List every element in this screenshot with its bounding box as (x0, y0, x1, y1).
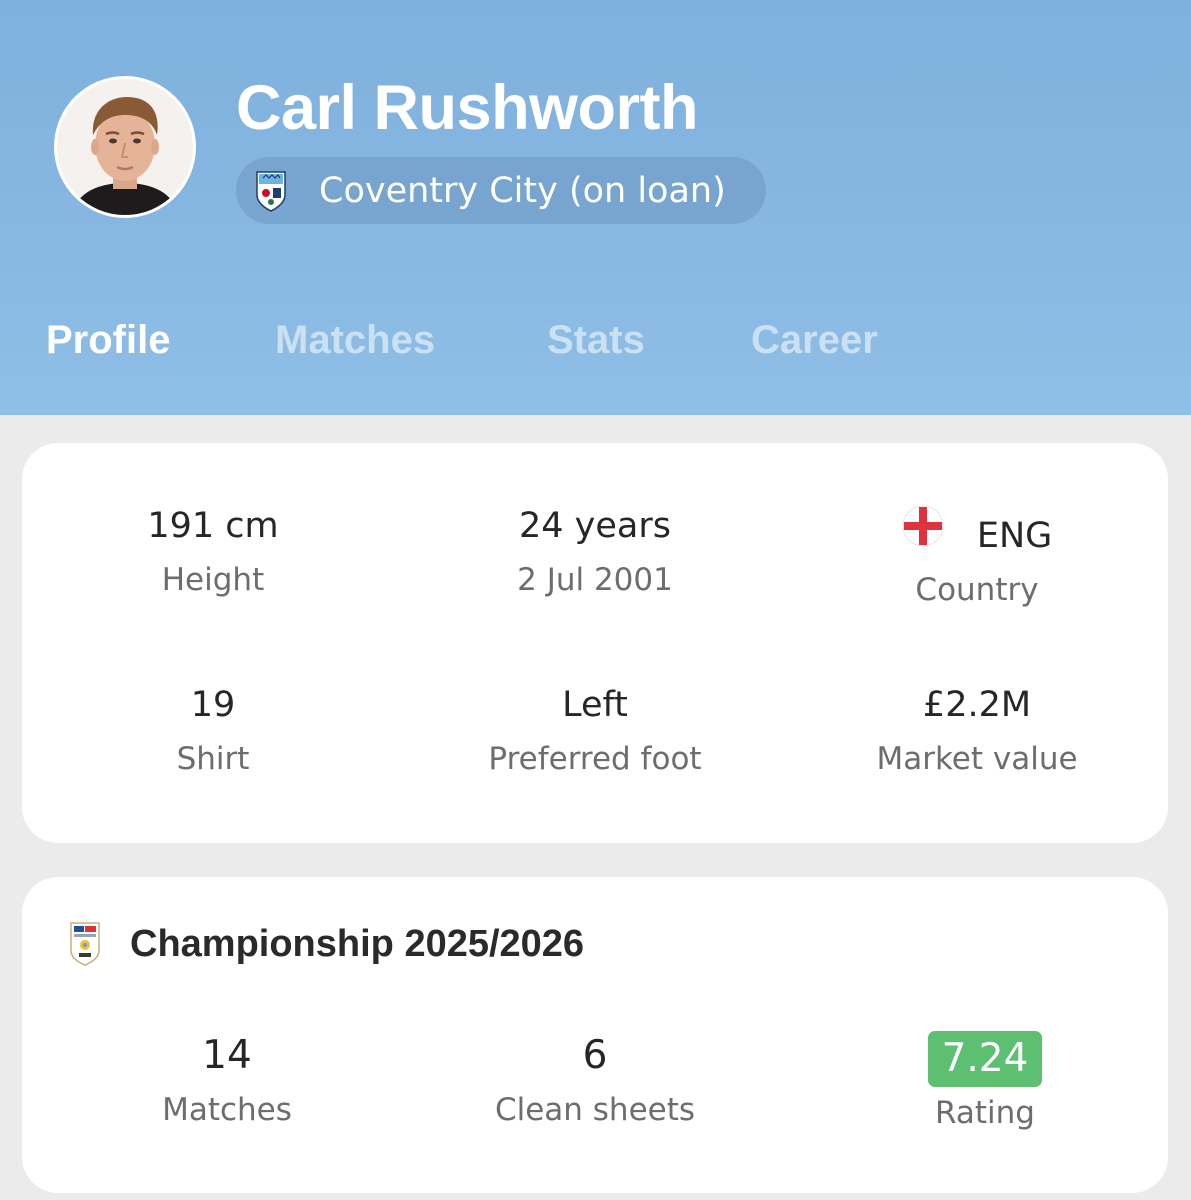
player-info-card: 191 cm Height 24 years 2 Jul 2001 ENG Co… (22, 443, 1168, 843)
rating-value-wrap: 7.24 (795, 1031, 1175, 1087)
league-stats-card[interactable]: Championship 2025/2026 14 Matches 6 Clea… (22, 877, 1168, 1193)
country-stat[interactable]: ENG Country (787, 505, 1167, 610)
player-photo-icon (57, 79, 193, 215)
foot-label: Preferred foot (488, 741, 702, 777)
england-flag-icon (902, 505, 944, 547)
birth-date: 2 Jul 2001 (517, 562, 673, 598)
matches-value: 14 (202, 1033, 252, 1078)
age-value: 24 years (519, 506, 671, 546)
clean-sheets-value: 6 (582, 1033, 608, 1078)
league-title: Championship 2025/2026 (130, 922, 585, 965)
matches-label: Matches (162, 1092, 292, 1128)
market-value-label: Market value (876, 741, 1078, 777)
height-stat: 191 cm Height (23, 505, 403, 600)
rating-stat: 7.24 Rating (795, 1031, 1175, 1133)
tab-career[interactable]: Career (751, 318, 878, 363)
efl-championship-logo-icon (70, 922, 100, 966)
shirt-stat: 19 Shirt (23, 684, 403, 779)
age-stat: 24 years 2 Jul 2001 (405, 505, 785, 600)
rating-label: Rating (935, 1095, 1035, 1131)
player-avatar[interactable] (54, 76, 196, 218)
matches-stat: 14 Matches (37, 1035, 417, 1130)
market-value: £2.2M (922, 685, 1032, 725)
league-header[interactable]: Championship 2025/2026 (68, 921, 584, 967)
foot-stat: Left Preferred foot (405, 684, 785, 779)
clean-sheets-stat: 6 Clean sheets (405, 1035, 785, 1130)
foot-value: Left (562, 685, 628, 725)
country-value: ENG (976, 516, 1053, 556)
height-label: Height (161, 562, 265, 598)
player-header: Carl Rushworth Coventry City (on loan) P… (0, 0, 1191, 415)
tab-matches[interactable]: Matches (275, 318, 435, 363)
coventry-city-crest-icon (256, 170, 286, 212)
tab-profile[interactable]: Profile (46, 318, 170, 363)
clean-sheets-label: Clean sheets (494, 1092, 696, 1128)
market-value-stat[interactable]: £2.2M Market value (787, 684, 1167, 779)
country-value-wrap: ENG (787, 505, 1167, 557)
rating-badge: 7.24 (927, 1031, 1043, 1087)
shirt-label: Shirt (176, 741, 250, 777)
height-value: 191 cm (147, 506, 279, 546)
tab-stats[interactable]: Stats (547, 318, 645, 363)
team-link[interactable]: Coventry City (on loan) (236, 157, 766, 224)
shirt-value: 19 (190, 685, 236, 725)
team-name: Coventry City (on loan) (319, 170, 726, 211)
tab-bar: Profile Matches Stats Career (0, 318, 1191, 378)
player-name: Carl Rushworth (236, 73, 699, 143)
country-label: Country (915, 572, 1039, 608)
